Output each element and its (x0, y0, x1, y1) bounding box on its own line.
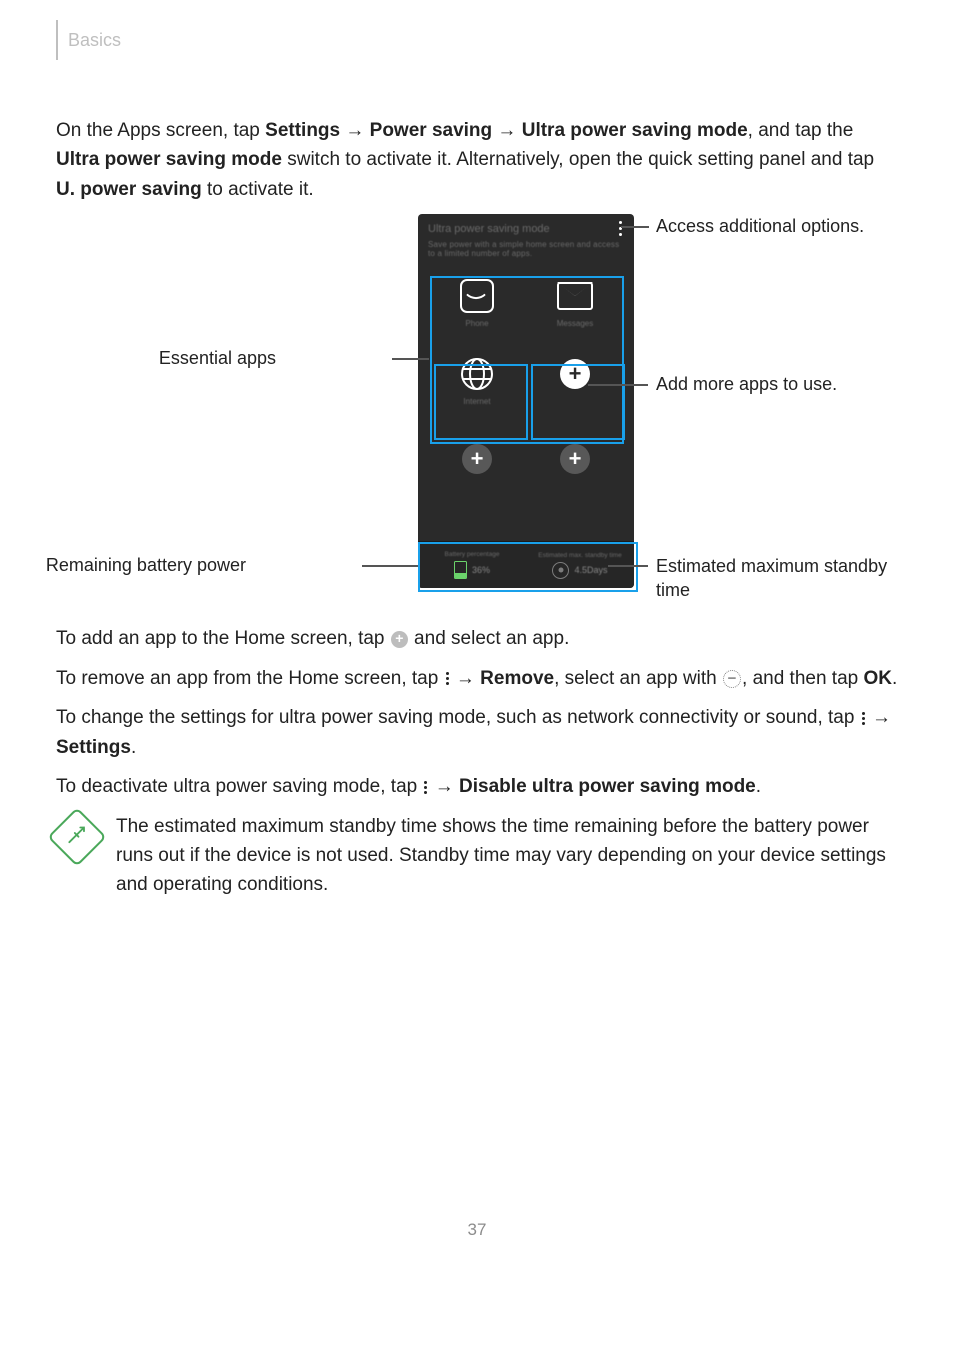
paragraph-remove: To remove an app from the Home screen, t… (56, 664, 898, 693)
section-title: Basics (68, 30, 121, 51)
phone-screenshot: Ultra power saving mode Save power with … (418, 214, 634, 588)
app-label: Internet (463, 397, 490, 406)
globe-icon (459, 356, 495, 392)
app-internet[interactable]: Internet (428, 342, 526, 420)
plus-icon: + (462, 444, 492, 474)
callout-essential: Essential apps (159, 348, 276, 369)
note-icon (47, 807, 106, 866)
phone-icon (460, 279, 494, 313)
more-options-icon (424, 781, 427, 794)
clock-icon (552, 562, 569, 579)
header-divider (56, 20, 58, 60)
note-block: The estimated maximum standby time shows… (56, 812, 898, 900)
app-phone[interactable]: Phone (428, 264, 526, 342)
callout-options: Access additional options. (656, 216, 864, 237)
more-options-icon[interactable] (619, 221, 624, 236)
diagram: Ultra power saving mode Save power with … (56, 214, 898, 614)
page-header: Basics (56, 20, 898, 60)
screen-title: Ultra power saving mode (428, 223, 550, 235)
app-messages[interactable]: Messages (526, 264, 624, 342)
plus-icon: + (560, 359, 590, 389)
more-options-icon (862, 712, 865, 725)
more-options-icon (446, 672, 449, 685)
callout-standby: Estimated maximum standby time (656, 555, 906, 602)
intro-paragraph: On the Apps screen, tap Settings → Power… (56, 116, 898, 204)
add-app-slot-3[interactable]: + (526, 420, 624, 498)
paragraph-settings: To change the settings for ultra power s… (56, 703, 898, 762)
footer-battery: Battery percentage 36% (418, 542, 526, 588)
app-label: Messages (557, 319, 593, 328)
paragraph-add: To add an app to the Home screen, tap + … (56, 624, 898, 653)
plus-icon: + (560, 444, 590, 474)
screen-subtitle: Save power with a simple home screen and… (418, 240, 634, 264)
paragraph-disable: To deactivate ultra power saving mode, t… (56, 772, 898, 801)
battery-icon (454, 561, 467, 579)
callout-remaining: Remaining battery power (46, 555, 246, 576)
messages-icon (557, 282, 593, 310)
add-app-slot-2[interactable]: + (428, 420, 526, 498)
minus-circle-icon: − (723, 670, 741, 688)
note-text: The estimated maximum standby time shows… (116, 812, 898, 900)
plus-circle-icon: + (391, 631, 408, 648)
callout-add-more: Add more apps to use. (656, 374, 837, 395)
page-number: 37 (56, 1220, 898, 1240)
add-app-slot-1[interactable]: + (526, 342, 624, 420)
app-label: Phone (465, 319, 488, 328)
